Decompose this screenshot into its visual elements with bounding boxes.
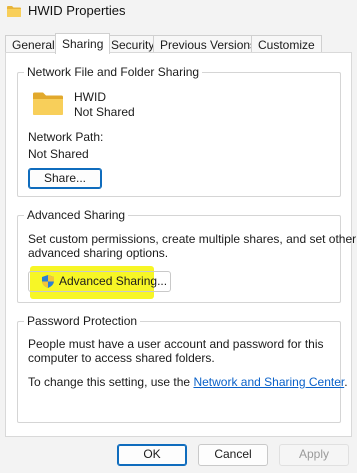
tab-previous-versions[interactable]: Previous Versions	[153, 35, 264, 53]
apply-button[interactable]: Apply	[279, 444, 349, 466]
advanced-sharing-desc-line2: advanced sharing options.	[28, 246, 169, 260]
ok-button[interactable]: OK	[117, 444, 187, 466]
change-setting-prefix: To change this setting, use the	[28, 375, 194, 389]
title-bar: HWID Properties	[0, 0, 357, 30]
sharing-panel: Network File and Folder Sharing HWID Not…	[5, 52, 356, 437]
network-path-label: Network Path:	[28, 130, 104, 144]
tab-customize[interactable]: Customize	[251, 35, 322, 53]
folder-name: HWID	[74, 90, 106, 104]
advanced-sharing-button[interactable]: Advanced Sharing...	[28, 271, 171, 292]
password-desc-line1: People must have a user account and pass…	[28, 337, 324, 351]
cancel-button[interactable]: Cancel	[198, 444, 268, 466]
network-path-value: Not Shared	[28, 147, 89, 161]
folder-icon	[33, 92, 63, 115]
password-desc-line2: computer to access shared folders.	[28, 351, 215, 365]
folder-status: Not Shared	[74, 105, 135, 119]
change-setting-suffix: .	[344, 375, 348, 389]
advanced-sharing-button-label: Advanced Sharing...	[59, 274, 168, 288]
network-sharing-center-link[interactable]: Network and Sharing Center	[193, 375, 344, 389]
tab-sharing[interactable]: Sharing	[55, 33, 111, 54]
advanced-sharing-legend: Advanced Sharing	[27, 208, 126, 222]
tab-general[interactable]: General	[5, 35, 62, 53]
advanced-sharing-desc-line1: Set custom permissions, create multiple …	[28, 232, 357, 246]
share-button[interactable]: Share...	[28, 168, 102, 189]
change-setting-text: To change this setting, use the Network …	[28, 375, 348, 389]
password-protection-group: Password Protection	[17, 314, 341, 423]
network-sharing-legend: Network File and Folder Sharing	[27, 65, 200, 79]
uac-shield-icon	[42, 275, 54, 288]
folder-icon	[7, 6, 21, 17]
password-protection-legend: Password Protection	[27, 314, 138, 328]
window-title: HWID Properties	[28, 3, 126, 18]
